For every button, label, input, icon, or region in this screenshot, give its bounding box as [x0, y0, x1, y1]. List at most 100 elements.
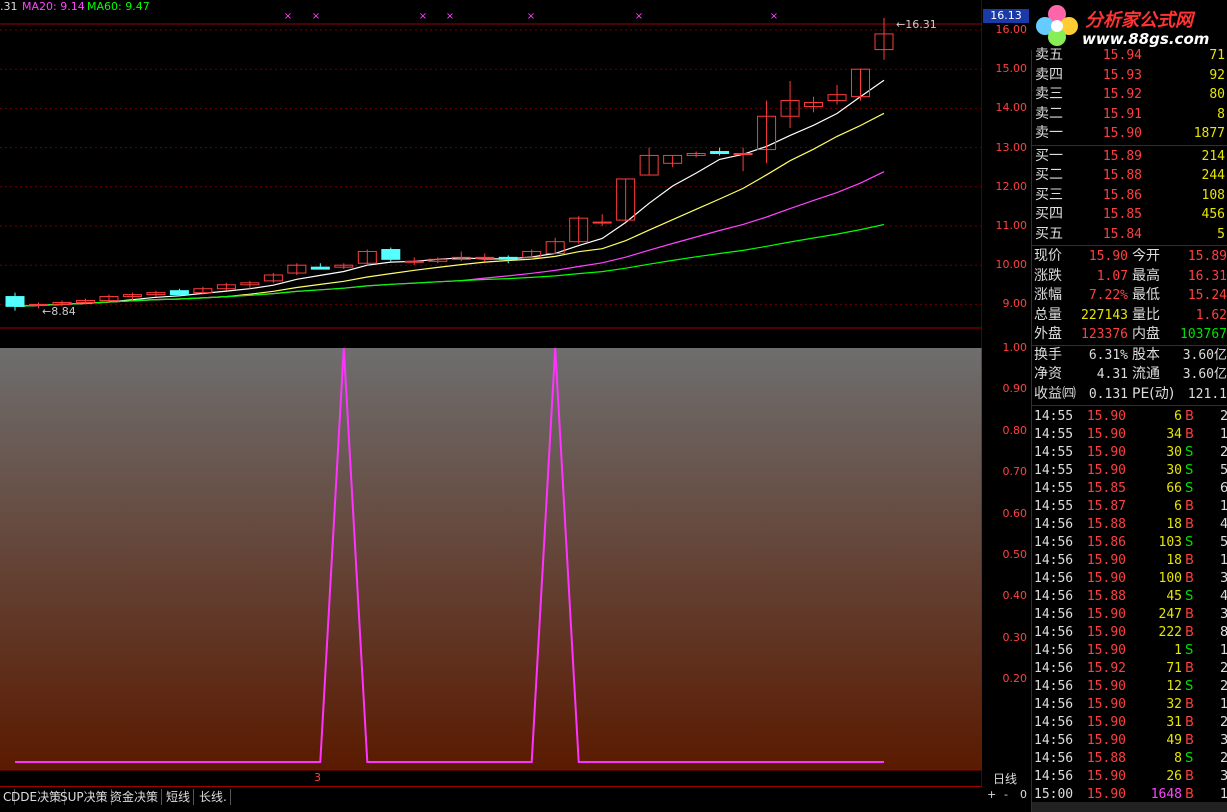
- stat-label: 净资: [1034, 366, 1062, 382]
- tick-price: 15.90: [1086, 571, 1126, 586]
- sell-order-row[interactable]: 卖三 15.92 80: [1032, 85, 1227, 104]
- sell-order-row[interactable]: 卖五 15.94 71: [1032, 46, 1227, 65]
- sell-order-row[interactable]: 卖一 15.90 1877: [1032, 124, 1227, 143]
- orderbook-divider: [1032, 144, 1227, 146]
- tick-row[interactable]: 14:56 15.86 103 S 5: [1032, 533, 1227, 552]
- tick-time: 14:56: [1034, 661, 1074, 676]
- tab-capital[interactable]: 资金决策: [107, 789, 163, 805]
- tick-row[interactable]: 14:56 15.90 32 B 1: [1032, 695, 1227, 714]
- tick-row[interactable]: 14:56 15.88 45 S 4: [1032, 587, 1227, 606]
- buy-order-row[interactable]: 买四 15.85 456: [1032, 205, 1227, 224]
- tick-side: B: [1185, 499, 1194, 514]
- candle-body: [310, 266, 330, 270]
- tick-count: 3: [1220, 769, 1227, 784]
- tick-price: 15.86: [1086, 535, 1126, 550]
- tick-count: 2: [1220, 409, 1227, 424]
- tick-side: B: [1185, 769, 1194, 784]
- tick-time: 14:55: [1034, 427, 1074, 442]
- stat-value: 15.89: [1187, 249, 1227, 264]
- sell-order-row[interactable]: 卖四 15.93 92: [1032, 66, 1227, 85]
- indicator-axis-label: 1.00: [1002, 341, 1028, 354]
- tick-row[interactable]: 14:55 15.85 66 S 6: [1032, 479, 1227, 498]
- buy-order-row[interactable]: 买二 15.88 244: [1032, 166, 1227, 185]
- period-label[interactable]: 日线: [993, 770, 1017, 787]
- tick-price: 15.90: [1086, 625, 1126, 640]
- tick-volume: 8: [1174, 751, 1182, 766]
- logo-name: 分析家公式网: [1085, 10, 1193, 31]
- stat-row[interactable]: 现价 15.90 今开 15.89: [1032, 247, 1227, 266]
- zoom-reset-button[interactable]: 0: [1020, 788, 1027, 801]
- tick-row[interactable]: 14:56 15.90 26 B 3: [1032, 767, 1227, 786]
- buy-order-row[interactable]: 买五 15.84 5: [1032, 225, 1227, 244]
- panel-tabs[interactable]: [1032, 802, 1227, 812]
- tick-row[interactable]: 14:55 15.90 34 B 1: [1032, 425, 1227, 444]
- signal-marker: ×: [770, 11, 778, 22]
- tick-side: B: [1185, 625, 1194, 640]
- tick-volume: 6: [1174, 499, 1182, 514]
- candle-body: [592, 221, 612, 224]
- sell-order-row[interactable]: 卖二 15.91 8: [1032, 105, 1227, 124]
- zoom-out-button[interactable]: -: [1004, 788, 1008, 801]
- stat-row[interactable]: 涨跌 1.07 最高 16.31: [1032, 267, 1227, 286]
- order-label: 卖一: [1035, 125, 1063, 141]
- stat-row[interactable]: 外盘 123376 内盘 103767: [1032, 325, 1227, 344]
- tick-row[interactable]: 14:56 15.90 1 S 1: [1032, 641, 1227, 660]
- tick-time: 14:56: [1034, 769, 1074, 784]
- tick-price: 15.88: [1086, 517, 1126, 532]
- tick-row[interactable]: 14:55 15.90 30 S 2: [1032, 443, 1227, 462]
- stat-row[interactable]: 换手 6.31% 股本 3.60亿: [1032, 346, 1227, 365]
- order-volume: 80: [1209, 87, 1225, 102]
- tick-row[interactable]: 14:56 15.90 18 B 1: [1032, 551, 1227, 570]
- tick-price: 15.90: [1086, 643, 1126, 658]
- stat-row[interactable]: 总量 227143 量比 1.62: [1032, 306, 1227, 325]
- chart-area[interactable]: × × × × × × × .31 MA20: 9.14 MA60: 9.47 ←16.31…: [0, 0, 983, 790]
- stat-row[interactable]: 收益㈣ 0.131 PE(动) 121.1: [1032, 385, 1227, 404]
- tick-row[interactable]: 14:56 15.92 71 B 2: [1032, 659, 1227, 678]
- tab-short[interactable]: 短线: [163, 789, 195, 805]
- tick-price: 15.90: [1086, 769, 1126, 784]
- buy-order-row[interactable]: 买一 15.89 214: [1032, 147, 1227, 166]
- tab-long[interactable]: 长线.: [196, 789, 231, 805]
- stat-label: 涨幅: [1034, 287, 1062, 303]
- header-left-value: .31: [0, 0, 18, 13]
- order-label: 卖四: [1035, 66, 1063, 83]
- flower-logo-icon: [1036, 5, 1078, 46]
- tick-volume: 103: [1158, 535, 1182, 550]
- stat-value: 123376: [1081, 327, 1128, 342]
- tick-row[interactable]: 14:55 15.90 30 S 5: [1032, 461, 1227, 480]
- buy-order-row[interactable]: 买三 15.86 108: [1032, 186, 1227, 205]
- tick-row[interactable]: 14:56 15.88 18 B 4: [1032, 515, 1227, 534]
- signal-marker: ×: [446, 11, 454, 22]
- tick-row[interactable]: 14:56 15.90 49 B 3: [1032, 731, 1227, 750]
- stat-row[interactable]: 净资 4.31 流通 3.60亿: [1032, 365, 1227, 384]
- tick-volume: 12: [1166, 679, 1182, 694]
- tick-price: 15.90: [1086, 697, 1126, 712]
- tick-row[interactable]: 14:56 15.90 247 B 3: [1032, 605, 1227, 624]
- tab-sup[interactable]: SUP决策: [57, 789, 112, 805]
- zoom-in-button[interactable]: +: [987, 788, 996, 801]
- price-axis-label: 16.00: [995, 23, 1028, 36]
- tick-side: S: [1185, 463, 1194, 478]
- tick-row[interactable]: 14:55 15.87 6 B 1: [1032, 497, 1227, 516]
- price-axis-label: 9.00: [1002, 297, 1028, 311]
- tick-row[interactable]: 14:56 15.90 222 B 8: [1032, 623, 1227, 642]
- tick-count: 1: [1220, 697, 1227, 712]
- tick-row[interactable]: 14:56 15.90 100 B 3: [1032, 569, 1227, 588]
- tick-volume: 1: [1174, 643, 1182, 658]
- kline-chart[interactable]: × × × × × × ×: [0, 0, 983, 790]
- tick-volume: 34: [1166, 427, 1182, 442]
- stat-label: 今开: [1132, 248, 1160, 264]
- tick-count: 2: [1220, 445, 1227, 460]
- tick-row[interactable]: 14:56 15.90 31 B 2: [1032, 713, 1227, 732]
- tick-row[interactable]: 14:56 15.90 12 S 2: [1032, 677, 1227, 696]
- tick-count: 2: [1220, 661, 1227, 676]
- stat-value: 7.22%: [1088, 288, 1128, 303]
- tick-count: 6: [1220, 481, 1227, 496]
- tick-volume: 6: [1174, 409, 1182, 424]
- tick-row[interactable]: 14:56 15.88 8 S 2: [1032, 749, 1227, 768]
- tick-row[interactable]: 14:55 15.90 6 B 2: [1032, 407, 1227, 426]
- stat-row[interactable]: 涨幅 7.22% 最低 15.24: [1032, 286, 1227, 305]
- candle-body: [733, 152, 753, 155]
- tick-side: S: [1185, 535, 1194, 550]
- tick-time: 14:56: [1034, 607, 1074, 622]
